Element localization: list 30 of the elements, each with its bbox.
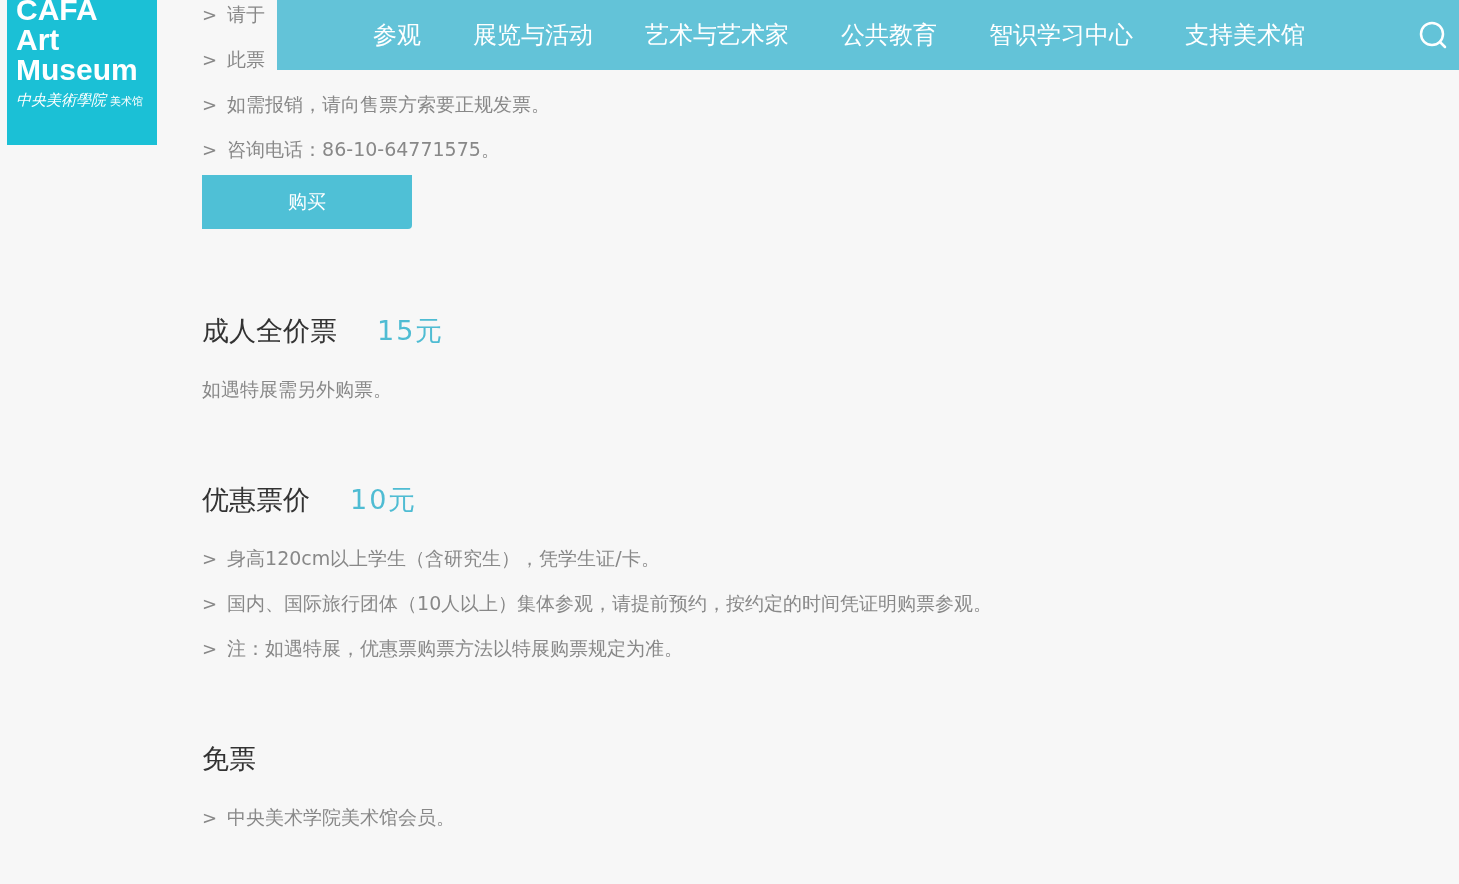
ticket-price: 10元 <box>350 483 418 517</box>
ticket-type-heading: 优惠票价 <box>202 483 310 517</box>
note-text: 注：如遇特展，优惠票购票方法以特展购票规定为准。 <box>227 635 684 661</box>
ticket-type-heading: 免票 <box>202 742 256 776</box>
nav-link[interactable]: 支持美术馆 <box>1185 19 1305 51</box>
bullet-marker: > <box>202 807 218 828</box>
nav-link[interactable]: 艺术与艺术家 <box>645 19 789 51</box>
nav-link[interactable]: 公共教育 <box>841 19 937 51</box>
note-text: 咨询电话：86-10-64771575。 <box>227 136 500 162</box>
bullet-marker: > <box>202 638 218 659</box>
bullet-marker: > <box>202 49 218 70</box>
bullet-marker: > <box>202 548 218 569</box>
note-text: 请于 <box>227 1 266 27</box>
note-text: 如遇特展需另外购票。 <box>202 376 392 402</box>
note-text: 中央美术学院美术馆会员。 <box>227 804 456 830</box>
bullet-marker: > <box>202 593 218 614</box>
nav-link[interactable]: 智识学习中心 <box>989 19 1133 51</box>
note-text: 国内、国际旅行团体（10人以上）集体参观，请提前预约，按约定的时间凭证明购票参观。 <box>227 590 993 616</box>
note-text: 此票 <box>227 46 266 72</box>
bullet-marker: > <box>202 139 218 160</box>
nav-link[interactable]: 展览与活动 <box>473 19 593 51</box>
note-text: 身高120cm以上学生（含研究生），凭学生证/卡。 <box>227 545 660 571</box>
nav-link[interactable]: 参观 <box>373 19 421 51</box>
bullet-marker: > <box>202 94 218 115</box>
note-text: 如需报销，请向售票方索要正规发票。 <box>227 91 551 117</box>
ticket-price: 15元 <box>377 314 445 348</box>
search-icon[interactable] <box>1419 21 1447 49</box>
bullet-marker: > <box>202 4 218 25</box>
buy-button[interactable]: 购买 <box>202 175 412 229</box>
ticket-type-heading: 成人全价票 <box>202 314 337 348</box>
